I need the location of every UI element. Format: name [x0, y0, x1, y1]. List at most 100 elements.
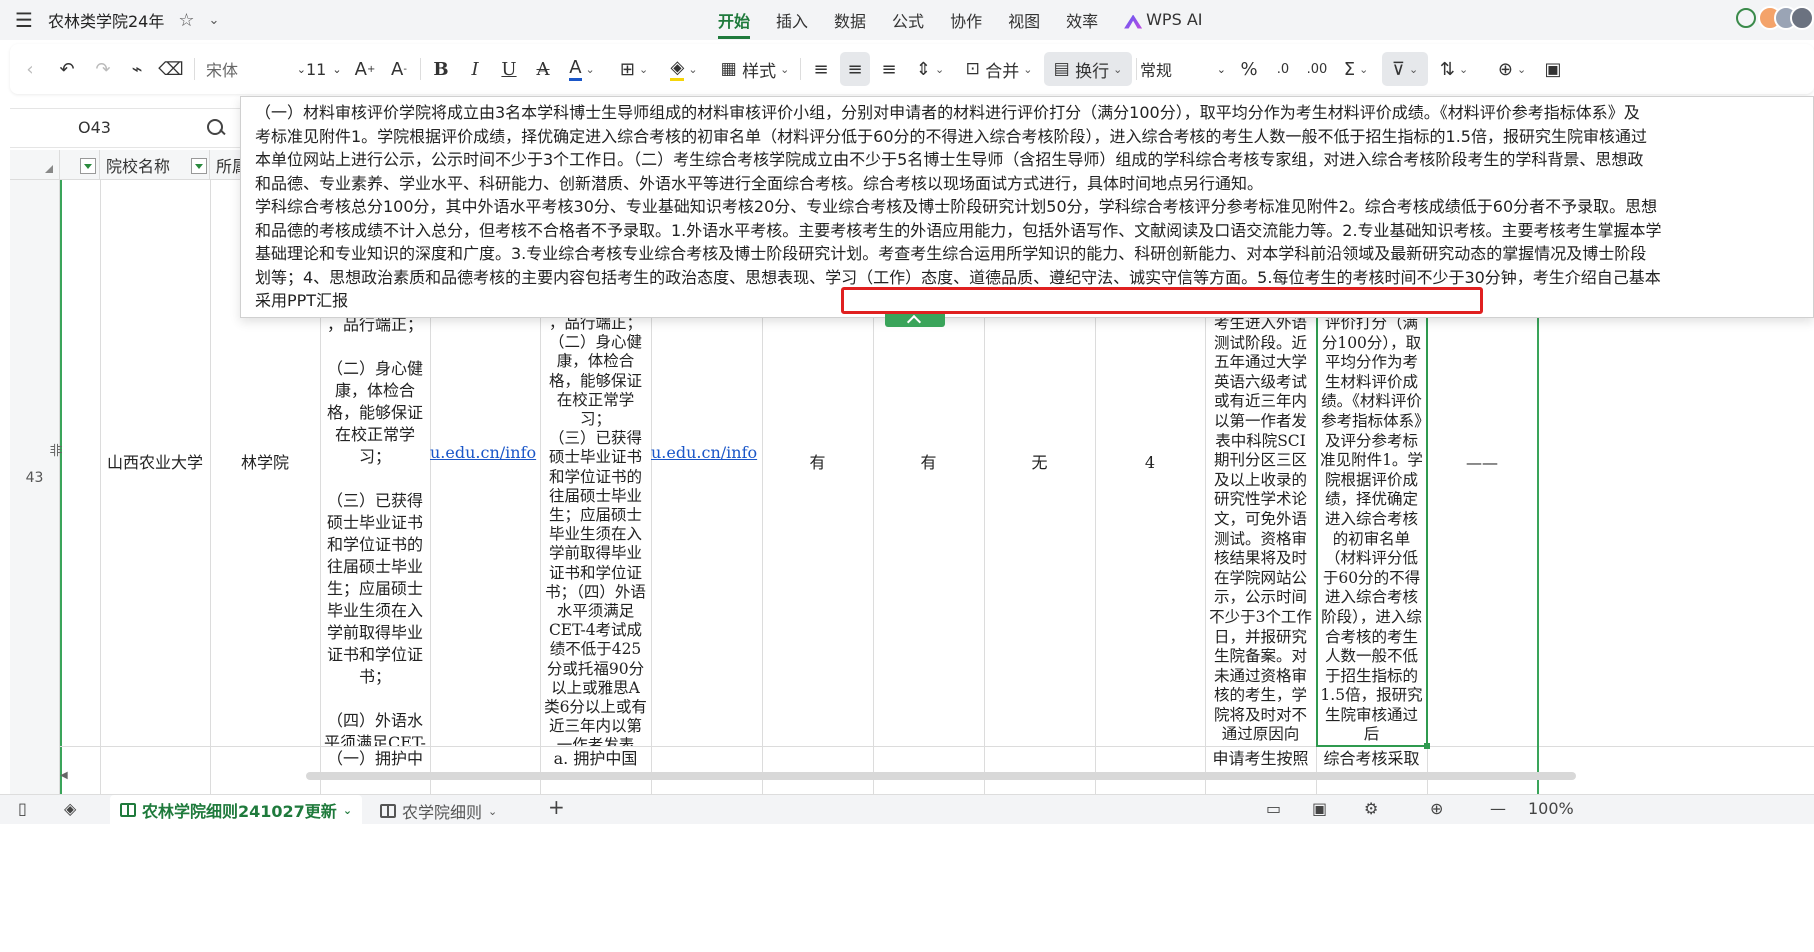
merge-button[interactable]: ⊡ 合并 ⌄ [958, 52, 1040, 86]
protect-icon[interactable]: ⊕ [1430, 799, 1443, 818]
tab-insert[interactable]: 插入 [776, 8, 808, 39]
zoom-search-icon[interactable] [205, 117, 227, 139]
sort-icon[interactable]: ⇅ ⌄ [1434, 52, 1474, 86]
ribbon-tabs: 开始 插入 数据 公式 协作 视图 效率 WPS AI [718, 8, 1202, 39]
star-icon[interactable]: ☆ [178, 10, 194, 31]
cell-next-row-exam[interactable]: 申请考生按照 [1205, 748, 1316, 772]
blank-area [0, 824, 1814, 952]
scroll-left-arrow-icon[interactable]: ◀ [60, 770, 68, 781]
sum-icon[interactable]: Σ ⌄ [1336, 52, 1376, 86]
redo-icon[interactable]: ↷ [88, 52, 118, 86]
wps-ai-label: WPS AI [1146, 10, 1203, 29]
cell-content-popup[interactable]: （一）材料审核评价学院将成立由3名本学科博士生导师组成的材料审核评价小组，分别对… [240, 96, 1814, 318]
undo-icon[interactable]: ↶ [52, 52, 82, 86]
underline-icon[interactable]: U [494, 52, 524, 86]
select-all-corner[interactable] [10, 150, 60, 180]
selection-edge [60, 180, 62, 890]
font-decrease-icon[interactable]: A- [384, 52, 414, 86]
zoom-out-icon[interactable]: — [1490, 799, 1506, 818]
popup-line: 本单位网站上进行公示，公示时间不少于3个工作日。（二）考生综合考核学院成立由不少… [255, 150, 1644, 169]
font-increase-icon[interactable]: A + [350, 52, 380, 86]
font-size-select[interactable]: 11 ⌄ [306, 52, 346, 86]
cell-style-label: 样式 [742, 61, 777, 82]
collaborator-avatars[interactable] [1758, 6, 1814, 30]
review-icon[interactable]: ▣ [1312, 799, 1327, 818]
tab-data[interactable]: 数据 [834, 8, 866, 39]
settings-icon[interactable]: ⚙ [1364, 799, 1378, 818]
cell-school-name[interactable]: 山西农业大学 [100, 180, 210, 746]
filter-dropdown-icon[interactable] [80, 158, 96, 174]
toolbar: ‹ ↶ ↷ ⌁ ⌫ 宋体 ⌄ 11 ⌄ A + A- B I U A A ⌄ ⊞ ⌄ … [10, 44, 1814, 94]
border-icon[interactable]: ⊞ ⌄ [614, 52, 654, 86]
cloud-sync-icon[interactable] [1736, 8, 1756, 28]
tab-collab[interactable]: 协作 [950, 8, 982, 39]
sidebar-toggle-icon[interactable]: ▯ [18, 799, 27, 818]
insert-cells-icon[interactable]: ⊕ ⌄ [1490, 52, 1534, 86]
main-menu-icon[interactable]: ☰ [14, 8, 34, 32]
chevron-down-icon: ⌄ [342, 803, 353, 817]
align-center-icon[interactable]: ≡ [840, 52, 870, 86]
filter-dropdown-icon[interactable] [191, 158, 207, 174]
font-size-value: 11 [306, 59, 327, 79]
format-painter-icon[interactable]: ⌁ [122, 52, 152, 86]
tab-wps-ai[interactable]: WPS AI [1124, 8, 1202, 39]
chevron-down-icon: ⌄ [296, 62, 306, 76]
chevron-down-icon: ⌄ [488, 804, 498, 818]
bold-icon[interactable]: B [426, 52, 456, 86]
chevron-down-icon: ⌄ [1216, 62, 1226, 76]
layers-icon[interactable]: ◈ [64, 799, 76, 818]
fill-color-icon[interactable]: ◈ ⌄ [664, 52, 704, 86]
row-header-43[interactable]: 43 [10, 180, 60, 776]
font-color-icon[interactable]: A ⌄ [562, 52, 602, 86]
decrease-decimal-icon[interactable]: .00 [1302, 52, 1332, 86]
percent-icon[interactable]: % [1234, 52, 1264, 86]
chevron-down-icon: ⌄ [332, 62, 342, 76]
collapse-popup-button[interactable] [885, 314, 945, 327]
wrap-text-label: 换行 [1075, 61, 1110, 82]
cell-conditions-b[interactable]: ，品行端正； （二）身心健康，体检合格，能够保证在校正常学习； （三）已获得硕士… [540, 314, 651, 746]
comment-icon[interactable]: ▭ [1266, 799, 1281, 818]
document-title[interactable]: 农林类学院24年 [48, 8, 164, 32]
cell-link-1[interactable]: u.edu.cn/info [430, 442, 540, 464]
horizontal-scrollbar[interactable] [306, 772, 1576, 780]
column-header-label: 院校名称 [106, 156, 171, 176]
highlight-annotation [841, 287, 1483, 314]
zoom-level[interactable]: 100% [1528, 799, 1574, 818]
wps-ai-logo-icon [1124, 14, 1143, 29]
chevron-down-icon[interactable]: ⌄ [209, 13, 220, 28]
popup-line: 考标准见附件1。学院根据评价成绩，择优确定进入综合考核的初审名单（材料评分低于6… [255, 126, 1647, 146]
tab-start[interactable]: 开始 [718, 8, 751, 39]
cell-style-button[interactable]: ▦ 样式 ⌄ [716, 52, 794, 86]
cell-link-2[interactable]: u.edu.cn/info [651, 442, 762, 464]
italic-icon[interactable]: I [460, 52, 490, 86]
clear-format-icon[interactable]: ⌫ [156, 52, 186, 86]
cell-next-row-a[interactable]: （一）拥护中 [320, 748, 430, 772]
sheet-tab[interactable]: 农学院细则 ⌄ [380, 799, 497, 823]
cell-next-row-b[interactable]: a. 拥护中国 [540, 748, 651, 772]
wrap-text-button[interactable]: ▤ 换行 ⌄ [1044, 52, 1132, 86]
font-name-select[interactable]: 宋体 ⌄ [206, 52, 306, 86]
sheet-tab-active[interactable]: 农林学院细则241027更新 ⌄ [110, 795, 363, 825]
image-icon[interactable]: ▣ [1538, 52, 1568, 86]
cell-conditions-a[interactable]: ，品行端正； （二）身心健康，体检合格，能够保证在校正常学习； （三）已获得硕士… [320, 314, 430, 746]
filter-icon[interactable]: ⊽ ⌄ [1382, 52, 1428, 86]
number-format-select[interactable]: 常规 ⌄ [1140, 52, 1226, 86]
number-format-value: 常规 [1140, 61, 1173, 80]
popup-line: 和品德、专业素养、学业水平、科研能力、创新潜质、外语水平等进行全面综合考核。综合… [255, 173, 1264, 193]
align-left-icon[interactable]: ≡ [806, 52, 836, 86]
nav-back-icon[interactable]: ‹ [18, 52, 42, 86]
vertical-align-icon[interactable]: ⇕ ⌄ [908, 52, 952, 86]
add-sheet-button[interactable]: + [548, 795, 565, 819]
tab-efficiency[interactable]: 效率 [1066, 8, 1098, 39]
name-box[interactable]: O43 [10, 109, 185, 147]
sheet-icon [120, 803, 136, 817]
cell-edge-text: 非 [49, 444, 63, 459]
cell-next-row-selected[interactable]: 综合考核采取 [1316, 748, 1427, 772]
increase-decimal-icon[interactable]: .0 [1268, 52, 1298, 86]
strikethrough-icon[interactable]: A [528, 52, 558, 86]
align-right-icon[interactable]: ≡ [874, 52, 904, 86]
cell-exam-procedure[interactable]: 考生进入外语测试阶段。近五年通过大学英语六级考试或有近三年内以第一作者发表中科院… [1205, 314, 1316, 746]
tab-formula[interactable]: 公式 [892, 8, 924, 39]
row-number: 43 [25, 470, 44, 486]
tab-view[interactable]: 视图 [1008, 8, 1040, 39]
